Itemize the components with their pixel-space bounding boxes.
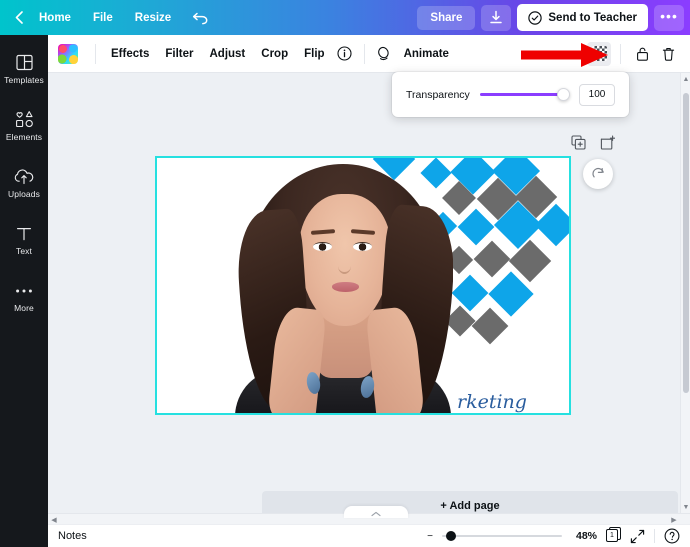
canvas-artwork: SS Sm rketing bbox=[157, 158, 569, 413]
topbar-left-group: Home File Resize bbox=[0, 6, 219, 30]
file-menu-button[interactable]: File bbox=[82, 7, 124, 29]
scroll-up-arrow[interactable]: ▲ bbox=[681, 73, 690, 85]
help-circle-icon[interactable] bbox=[664, 528, 680, 544]
crop-button[interactable]: Crop bbox=[253, 43, 296, 65]
editor-canvas-area: SS Sm rketing bbox=[48, 73, 690, 513]
vertical-scrollbar[interactable]: ▲ ▼ bbox=[680, 73, 690, 513]
flip-button[interactable]: Flip bbox=[296, 43, 332, 65]
toolbar-divider-2 bbox=[364, 44, 365, 64]
expand-icon[interactable] bbox=[630, 529, 645, 544]
download-icon[interactable] bbox=[481, 5, 511, 31]
left-sidebar: Templates Elements Uploads bbox=[0, 35, 48, 547]
add-page-button[interactable]: + Add page bbox=[262, 491, 678, 513]
woman-portrait-photo bbox=[233, 158, 453, 413]
effects-button[interactable]: Effects bbox=[103, 43, 157, 65]
send-to-teacher-button[interactable]: Send to Teacher bbox=[517, 4, 648, 31]
bottombar-right-group: − 48% 1 bbox=[427, 528, 680, 544]
sidebar-item-text[interactable]: Text bbox=[0, 216, 48, 264]
transparency-slider-handle[interactable] bbox=[557, 88, 570, 101]
sidebar-label-uploads: Uploads bbox=[8, 189, 40, 199]
elements-icon bbox=[15, 110, 34, 129]
bottombar-divider bbox=[654, 529, 655, 543]
resize-button[interactable]: Resize bbox=[124, 7, 182, 29]
sidebar-item-more[interactable]: More bbox=[0, 273, 48, 321]
design-canvas[interactable]: SS Sm rketing bbox=[155, 156, 571, 415]
chevron-left-icon[interactable] bbox=[10, 6, 28, 30]
toolbar-divider bbox=[95, 44, 96, 64]
undo-icon[interactable] bbox=[182, 8, 219, 28]
zoom-out-button[interactable]: − bbox=[427, 531, 433, 542]
page-tools-group bbox=[571, 135, 615, 150]
templates-icon bbox=[16, 53, 33, 72]
transparency-slider[interactable] bbox=[480, 87, 569, 103]
image-edit-toolbar: Effects Filter Adjust Crop Flip Animate bbox=[48, 35, 690, 73]
canva-editor-window: Home File Resize Share bbox=[0, 0, 690, 547]
send-to-teacher-label: Send to Teacher bbox=[548, 12, 637, 24]
page-count-label: 1 bbox=[606, 529, 618, 542]
toolbar-divider-3 bbox=[620, 44, 621, 64]
image-thumbnail[interactable] bbox=[58, 44, 78, 64]
chevron-up-icon bbox=[371, 511, 381, 517]
cloud-upload-icon bbox=[14, 167, 34, 186]
transparency-value-input[interactable]: 100 bbox=[579, 84, 615, 106]
top-navigation-bar: Home File Resize Share bbox=[0, 0, 690, 35]
sidebar-label-elements: Elements bbox=[6, 132, 42, 142]
ellipsis-icon bbox=[15, 281, 33, 300]
duplicate-page-icon[interactable] bbox=[571, 135, 586, 150]
canvas-script-text: rketing bbox=[457, 391, 527, 413]
vertical-scroll-thumb[interactable] bbox=[683, 93, 689, 393]
zoom-slider-track bbox=[442, 535, 562, 537]
rotate-handle-icon[interactable] bbox=[583, 159, 613, 189]
transparency-slider-track bbox=[480, 93, 569, 96]
toolbar-right-group bbox=[587, 42, 680, 66]
animate-icon[interactable] bbox=[372, 42, 396, 66]
sidebar-item-templates[interactable]: Templates bbox=[0, 45, 48, 93]
share-button[interactable]: Share bbox=[417, 6, 475, 30]
more-options-button[interactable]: ••• bbox=[654, 5, 684, 31]
sidebar-item-elements[interactable]: Elements bbox=[0, 102, 48, 150]
sidebar-label-more: More bbox=[14, 303, 34, 313]
adjust-button[interactable]: Adjust bbox=[201, 43, 253, 65]
topbar-right-group: Share Send to Teacher ••• bbox=[417, 4, 690, 31]
sidebar-label-text: Text bbox=[16, 246, 32, 256]
animate-button[interactable]: Animate bbox=[396, 43, 457, 65]
zoom-slider[interactable] bbox=[442, 530, 562, 542]
transparency-popup: Transparency 100 bbox=[392, 72, 629, 117]
trash-icon[interactable] bbox=[656, 42, 680, 66]
info-icon[interactable] bbox=[333, 42, 357, 66]
bottom-status-bar: Notes − 48% 1 bbox=[48, 524, 690, 547]
transparency-button[interactable] bbox=[587, 42, 611, 66]
check-circle-icon bbox=[528, 11, 542, 25]
filter-button[interactable]: Filter bbox=[157, 43, 201, 65]
home-button[interactable]: Home bbox=[28, 7, 82, 29]
transparency-checkerboard-icon bbox=[592, 46, 607, 61]
zoom-slider-handle[interactable] bbox=[446, 531, 456, 541]
scroll-down-arrow[interactable]: ▼ bbox=[681, 501, 690, 513]
sidebar-item-uploads[interactable]: Uploads bbox=[0, 159, 48, 207]
page-canvas-wrapper: SS Sm rketing bbox=[155, 156, 571, 415]
notes-button[interactable]: Notes bbox=[58, 530, 87, 542]
transparency-label: Transparency bbox=[406, 89, 470, 101]
sidebar-label-templates: Templates bbox=[4, 75, 44, 85]
page-count-button[interactable]: 1 bbox=[606, 529, 621, 544]
panel-collapse-handle[interactable] bbox=[344, 506, 408, 518]
text-icon bbox=[16, 224, 32, 243]
lock-icon[interactable] bbox=[630, 42, 654, 66]
add-page-icon[interactable] bbox=[600, 135, 615, 150]
zoom-level-label: 48% bbox=[571, 530, 597, 542]
